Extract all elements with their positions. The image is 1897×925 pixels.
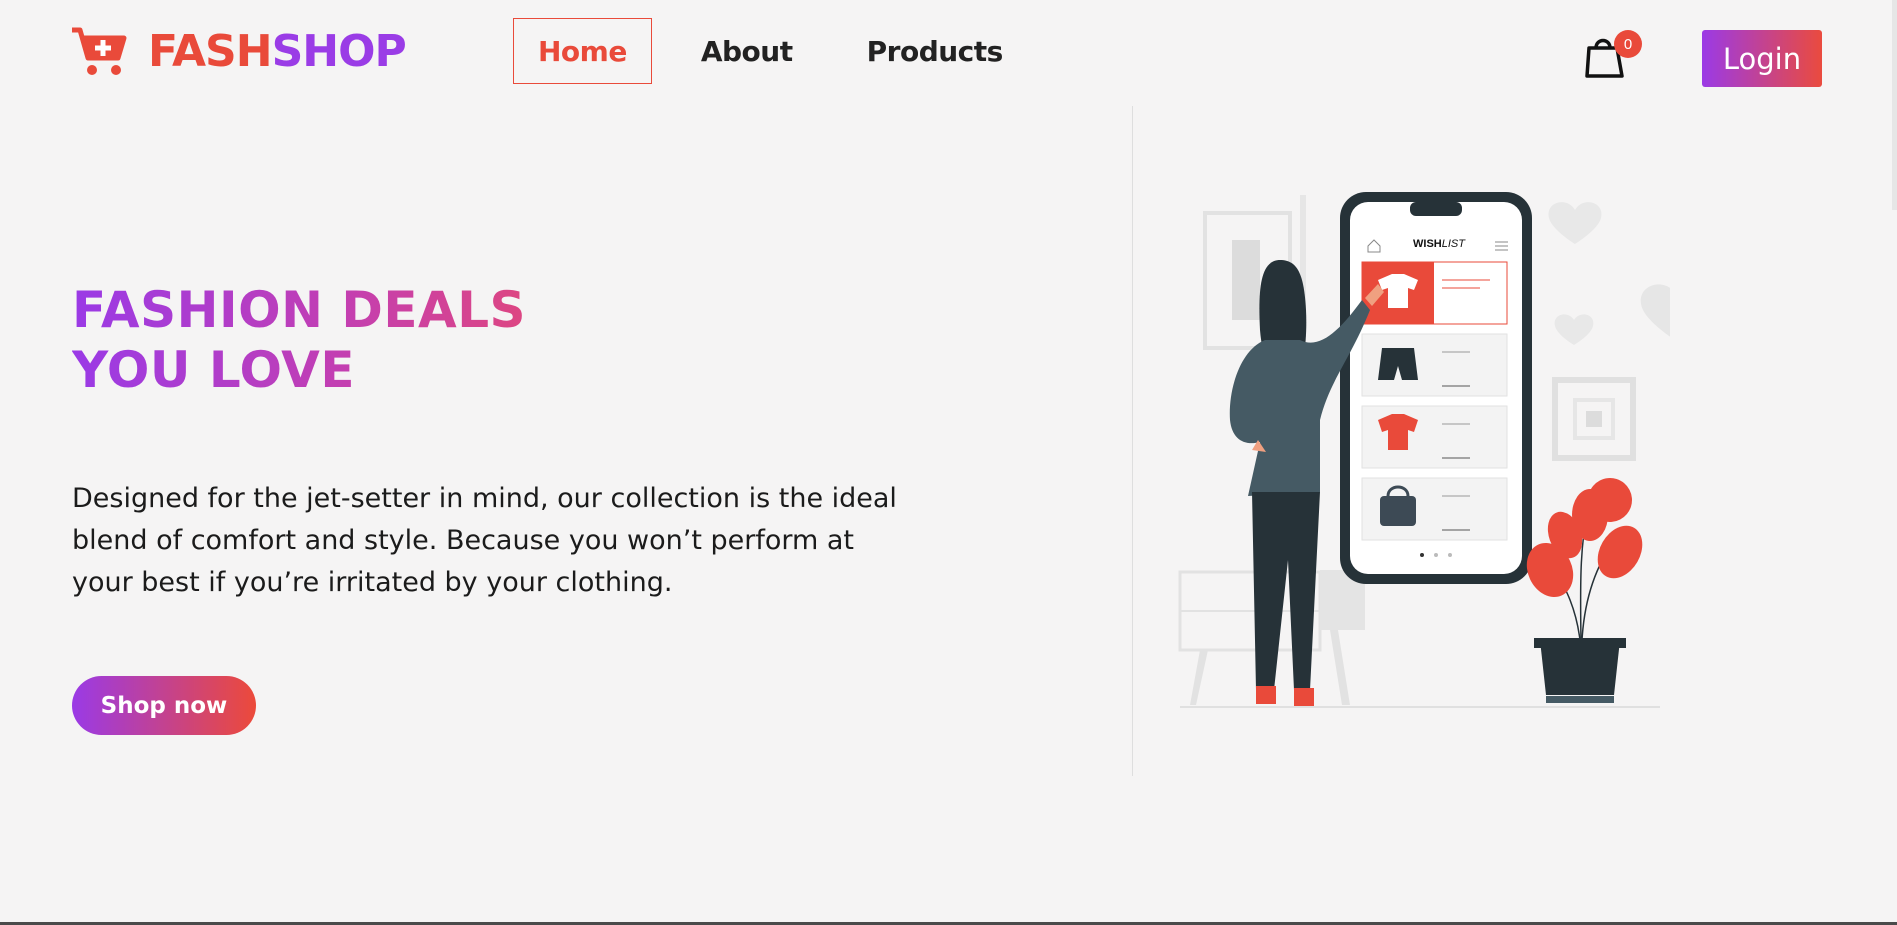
site-header: FASHSHOP Home About Products 0 Login bbox=[0, 0, 1897, 105]
cart-count-badge: 0 bbox=[1614, 30, 1642, 58]
section-divider bbox=[1132, 106, 1133, 776]
svg-text:WISHLIST: WISHLIST bbox=[1413, 238, 1466, 250]
scrollbar-thumb[interactable] bbox=[1892, 0, 1897, 210]
main-nav: Home About Products bbox=[513, 18, 1052, 84]
logo-text-part1: FASH bbox=[148, 26, 273, 77]
hero-title-line2: YOU LOVE bbox=[72, 341, 356, 399]
login-button[interactable]: Login bbox=[1702, 30, 1822, 87]
nav-home[interactable]: Home bbox=[513, 18, 652, 84]
shopping-cart-plus-icon bbox=[72, 27, 127, 75]
logo-text-part2: SHOP bbox=[271, 26, 407, 77]
shopping-illustration: WISHLIST bbox=[1178, 192, 1670, 708]
hero-title: FASHION DEALS YOU LOVE bbox=[72, 280, 532, 400]
wishlist-text-b: LIST bbox=[1442, 238, 1467, 250]
hero-title-line1: FASHION DEALS bbox=[72, 281, 527, 339]
hero-description: Designed for the jet-setter in mind, our… bbox=[72, 483, 897, 598]
cart-button[interactable]: 0 bbox=[1584, 28, 1644, 80]
logo-text: FASHSHOP bbox=[148, 30, 407, 74]
shop-now-button[interactable]: Shop now bbox=[72, 676, 256, 735]
nav-about[interactable]: About bbox=[676, 18, 818, 84]
nav-products[interactable]: Products bbox=[842, 18, 1028, 84]
logo[interactable]: FASHSHOP bbox=[70, 26, 407, 78]
wishlist-text-a: WISH bbox=[1413, 238, 1442, 250]
